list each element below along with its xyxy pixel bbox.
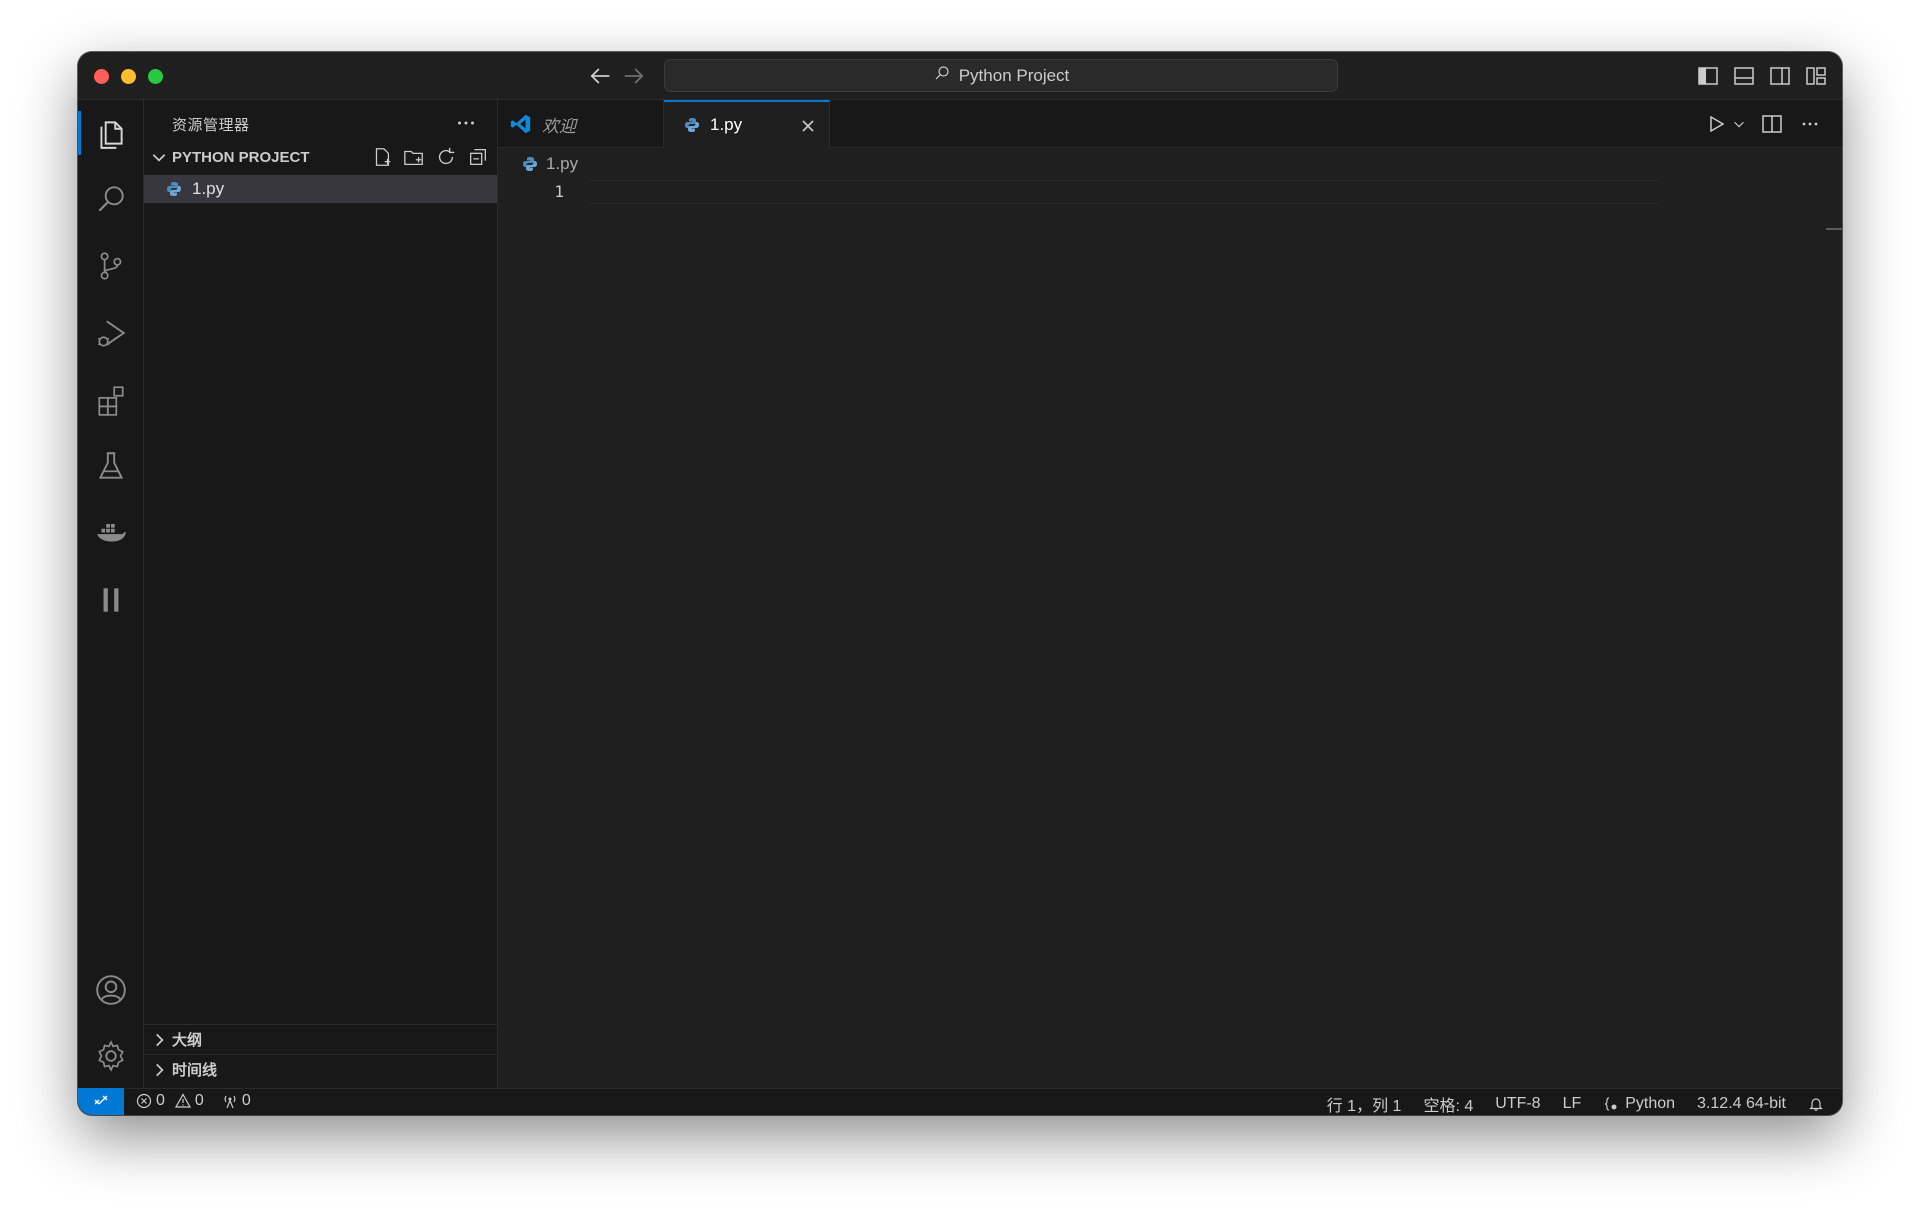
line-number: 1 xyxy=(554,182,564,201)
python-file-icon xyxy=(166,181,182,197)
braces-icon xyxy=(1603,1096,1619,1112)
language-label: Python xyxy=(1625,1095,1676,1112)
search-icon xyxy=(933,64,951,87)
python-interpreter[interactable]: 3.12.4 64-bit xyxy=(1697,1095,1786,1113)
python-file-icon xyxy=(684,117,700,133)
explorer-icon[interactable] xyxy=(78,105,144,161)
vscode-logo-icon xyxy=(510,113,532,135)
outline-section-header[interactable]: 大纲 xyxy=(144,1024,497,1054)
error-count: 0 xyxy=(156,1092,165,1109)
code-editor-line[interactable] xyxy=(588,180,1660,204)
error-icon xyxy=(136,1093,152,1109)
toggle-primary-sidebar-icon[interactable] xyxy=(1696,64,1720,88)
editor-tabs: 欢迎 1.py xyxy=(498,100,1842,148)
tab-1-py[interactable]: 1.py xyxy=(664,100,830,148)
problems-indicator[interactable]: 0 0 xyxy=(136,1092,204,1110)
notifications-bell-icon[interactable] xyxy=(1808,1096,1824,1112)
pause-icon[interactable] xyxy=(78,572,144,628)
chevron-down-icon xyxy=(150,148,168,166)
split-editor-icon[interactable] xyxy=(1760,112,1784,136)
remote-indicator-button[interactable] xyxy=(78,1088,124,1115)
timeline-label: 时间线 xyxy=(172,1062,218,1079)
more-actions-icon[interactable] xyxy=(1798,112,1822,136)
language-mode[interactable]: Python xyxy=(1603,1095,1675,1113)
new-file-icon[interactable] xyxy=(371,146,393,168)
chevron-right-icon xyxy=(150,1061,168,1079)
source-control-icon[interactable] xyxy=(78,238,144,294)
sidebar-title: 资源管理器 xyxy=(172,117,250,134)
new-folder-icon[interactable] xyxy=(403,146,425,168)
status-bar: 0 0 0 行 1，列 1 空格: 4 UTF-8 LF Python 3.12… xyxy=(78,1088,1842,1115)
file-name: 1.py xyxy=(192,179,225,198)
activity-bar xyxy=(78,100,144,1088)
remote-icon xyxy=(94,1095,108,1105)
toggle-panel-icon[interactable] xyxy=(1732,64,1756,88)
accounts-icon[interactable] xyxy=(78,962,144,1018)
refresh-icon[interactable] xyxy=(435,146,457,168)
settings-gear-icon[interactable] xyxy=(78,1028,144,1084)
indentation[interactable]: 空格: 4 xyxy=(1423,1092,1473,1115)
toggle-secondary-sidebar-icon[interactable] xyxy=(1768,64,1792,88)
go-back-icon[interactable] xyxy=(586,62,614,90)
tab-label: 欢迎 xyxy=(542,116,576,136)
command-center-search[interactable]: Python Project xyxy=(664,59,1338,92)
collapse-all-icon[interactable] xyxy=(467,146,489,168)
editor-area: 欢迎 1.py 1.py 1 xyxy=(498,100,1842,1088)
search-icon[interactable] xyxy=(78,171,144,227)
tab-label: 1.py xyxy=(710,115,743,134)
chevron-down-icon[interactable] xyxy=(1732,112,1746,136)
vscode-window: Python Project 资源管理器 PYTHON PROJECT 1.py… xyxy=(78,52,1842,1115)
project-section-header[interactable]: PYTHON PROJECT xyxy=(144,142,497,172)
close-window-button[interactable] xyxy=(94,69,109,84)
title-bar: Python Project xyxy=(78,52,1842,100)
scrollbar-marker[interactable] xyxy=(1826,228,1842,230)
zoom-window-button[interactable] xyxy=(148,69,163,84)
run-python-file-icon[interactable] xyxy=(1704,112,1728,136)
file-tree-item[interactable]: 1.py xyxy=(144,175,497,203)
explorer-sidebar: 资源管理器 PYTHON PROJECT 1.py 大纲 时间线 xyxy=(144,100,498,1088)
broadcast-icon xyxy=(222,1093,238,1109)
chevron-right-icon xyxy=(150,1031,168,1049)
more-actions-icon[interactable] xyxy=(453,110,479,136)
ports-indicator[interactable]: 0 xyxy=(222,1092,251,1110)
docker-icon[interactable] xyxy=(78,505,144,561)
command-center-label: Python Project xyxy=(958,65,1070,85)
run-debug-icon[interactable] xyxy=(78,305,144,361)
project-section-title: PYTHON PROJECT xyxy=(172,148,310,166)
customize-layout-icon[interactable] xyxy=(1804,64,1828,88)
breadcrumb-file: 1.py xyxy=(546,154,579,173)
outline-label: 大纲 xyxy=(172,1032,203,1049)
python-file-icon xyxy=(522,156,538,172)
go-forward-icon[interactable] xyxy=(620,62,648,90)
timeline-section-header[interactable]: 时间线 xyxy=(144,1054,497,1084)
cursor-position[interactable]: 行 1，列 1 xyxy=(1327,1092,1402,1115)
testing-icon[interactable] xyxy=(78,438,144,494)
breadcrumb[interactable]: 1.py xyxy=(522,154,578,174)
minimize-window-button[interactable] xyxy=(121,69,136,84)
tab-welcome[interactable]: 欢迎 xyxy=(498,100,664,148)
warning-icon xyxy=(174,1093,191,1109)
close-icon[interactable] xyxy=(799,117,817,135)
warning-count: 0 xyxy=(194,1092,204,1109)
ports-count: 0 xyxy=(241,1092,251,1109)
extensions-icon[interactable] xyxy=(78,372,144,428)
encoding[interactable]: UTF-8 xyxy=(1495,1095,1540,1113)
end-of-line[interactable]: LF xyxy=(1563,1095,1582,1113)
